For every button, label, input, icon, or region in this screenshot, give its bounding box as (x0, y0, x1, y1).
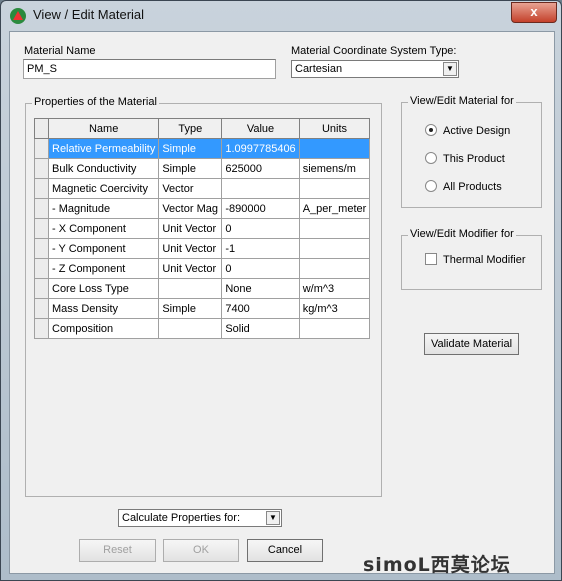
row-header[interactable] (34, 158, 49, 179)
row-header[interactable] (34, 218, 49, 239)
thermal-modifier-checkbox[interactable]: Thermal Modifier (425, 253, 562, 266)
row-header[interactable] (34, 318, 49, 339)
row-header[interactable] (34, 138, 49, 159)
cell-value[interactable]: -1 (221, 238, 300, 259)
window-title: View / Edit Material (33, 7, 145, 22)
corner-cell (34, 118, 49, 139)
cell-value[interactable] (221, 178, 300, 199)
cell-value[interactable]: -890000 (221, 198, 300, 219)
cell-value[interactable]: 0 (221, 258, 300, 279)
cell-name[interactable]: Core Loss Type (47, 278, 160, 299)
cell-name[interactable]: - Magnitude (47, 198, 160, 219)
cell-units[interactable] (298, 258, 371, 279)
row-header[interactable] (34, 298, 49, 319)
table-row[interactable]: Bulk Conductivity Simple 625000 siemens/m (34, 158, 371, 179)
validate-material-button[interactable]: Validate Material (424, 333, 519, 355)
cell-name[interactable]: Bulk Conductivity (47, 158, 160, 179)
calculate-properties-value: Calculate Properties for: (122, 512, 240, 524)
table-row[interactable]: Composition Solid (34, 318, 371, 339)
cell-name[interactable]: - X Component (47, 218, 160, 239)
cell-units[interactable] (298, 318, 371, 339)
app-logo-icon (10, 8, 26, 24)
column-header-value[interactable]: Value (221, 118, 300, 139)
calculate-properties-select[interactable]: Calculate Properties for: ▼ (118, 509, 282, 527)
cell-name[interactable]: Magnetic Coercivity (47, 178, 160, 199)
reset-button[interactable]: Reset (79, 539, 156, 562)
checkbox-icon[interactable] (425, 253, 437, 265)
radio-active-design[interactable]: Active Design (425, 124, 562, 137)
column-header-name[interactable]: Name (47, 118, 160, 139)
cell-name[interactable]: - Y Component (47, 238, 160, 259)
cell-type[interactable]: Unit Vector (158, 238, 223, 259)
row-header[interactable] (34, 278, 49, 299)
modifier-group-label: View/Edit Modifier for (408, 228, 516, 240)
cell-name[interactable]: Mass Density (47, 298, 160, 319)
cell-name[interactable]: Composition (47, 318, 160, 339)
cell-value[interactable]: Solid (221, 318, 300, 339)
coord-system-label: Material Coordinate System Type: (291, 45, 457, 57)
table-row[interactable]: Core Loss Type None w/m^3 (34, 278, 371, 299)
cell-units[interactable] (298, 138, 371, 159)
cell-name[interactable]: Relative Permeability (47, 138, 160, 159)
cell-type[interactable]: Unit Vector (158, 258, 223, 279)
table-row[interactable]: - Y Component Unit Vector -1 (34, 238, 371, 259)
view-edit-for-label: View/Edit Material for (408, 95, 516, 107)
ok-button[interactable]: OK (163, 539, 239, 562)
cell-value[interactable]: 7400 (221, 298, 300, 319)
table-row[interactable]: - X Component Unit Vector 0 (34, 218, 371, 239)
cell-units[interactable] (298, 218, 371, 239)
material-name-label: Material Name (24, 45, 96, 57)
table-row[interactable]: - Z Component Unit Vector 0 (34, 258, 371, 279)
coord-system-value: Cartesian (295, 63, 343, 75)
cell-value[interactable]: 625000 (221, 158, 300, 179)
cell-type[interactable]: Unit Vector (158, 218, 223, 239)
radio-icon[interactable] (425, 152, 437, 164)
chevron-down-icon[interactable]: ▼ (266, 511, 280, 525)
table-row[interactable]: - Magnitude Vector Mag -890000 A_per_meter (34, 198, 371, 219)
cell-value[interactable]: 0 (221, 218, 300, 239)
cell-units[interactable]: A_per_meter (298, 198, 371, 219)
row-header[interactable] (34, 238, 49, 259)
cell-type[interactable]: Vector Mag (158, 198, 223, 219)
radio-icon[interactable] (425, 180, 437, 192)
table-row[interactable]: Magnetic Coercivity Vector (34, 178, 371, 199)
cell-units[interactable] (298, 238, 371, 259)
radio-label: All Products (443, 181, 502, 193)
cell-units[interactable]: kg/m^3 (298, 298, 371, 319)
watermark-logo: simoL西莫论坛 (363, 554, 511, 576)
cell-type[interactable] (158, 278, 223, 299)
cell-units[interactable]: siemens/m (298, 158, 371, 179)
cell-units[interactable] (298, 178, 371, 199)
cancel-button[interactable]: Cancel (247, 539, 323, 562)
radio-this-product[interactable]: This Product (425, 152, 562, 165)
radio-label: This Product (443, 153, 505, 165)
cell-units[interactable]: w/m^3 (298, 278, 371, 299)
close-button[interactable]: x (511, 2, 557, 23)
radio-label: Active Design (443, 125, 511, 137)
cell-type[interactable]: Simple (158, 298, 223, 319)
coord-system-select[interactable]: Cartesian ▼ (291, 60, 459, 78)
cell-type[interactable]: Simple (158, 138, 223, 159)
radio-icon[interactable] (425, 124, 437, 136)
material-name-input[interactable]: PM_S (23, 59, 276, 79)
cell-value[interactable]: None (221, 278, 300, 299)
table-row[interactable]: Mass Density Simple 7400 kg/m^3 (34, 298, 371, 319)
row-header[interactable] (34, 178, 49, 199)
column-header-type[interactable]: Type (158, 118, 223, 139)
properties-table: Name Type Value Units Relative Permeabil… (34, 118, 371, 339)
radio-all-products[interactable]: All Products (425, 180, 562, 193)
column-header-units[interactable]: Units (298, 118, 371, 139)
row-header[interactable] (34, 258, 49, 279)
cell-type[interactable] (158, 318, 223, 339)
cell-name[interactable]: - Z Component (47, 258, 160, 279)
cell-value[interactable]: 1.0997785406 (221, 138, 300, 159)
cell-type[interactable]: Vector (158, 178, 223, 199)
row-header[interactable] (34, 198, 49, 219)
properties-group-label: Properties of the Material (32, 96, 159, 108)
dialog-window: View / Edit Material x Material Name PM_… (0, 0, 562, 581)
table-row[interactable]: Relative Permeability Simple 1.0997785406 (34, 138, 371, 159)
chevron-down-icon[interactable]: ▼ (443, 62, 457, 76)
cell-type[interactable]: Simple (158, 158, 223, 179)
checkbox-label: Thermal Modifier (443, 254, 526, 266)
